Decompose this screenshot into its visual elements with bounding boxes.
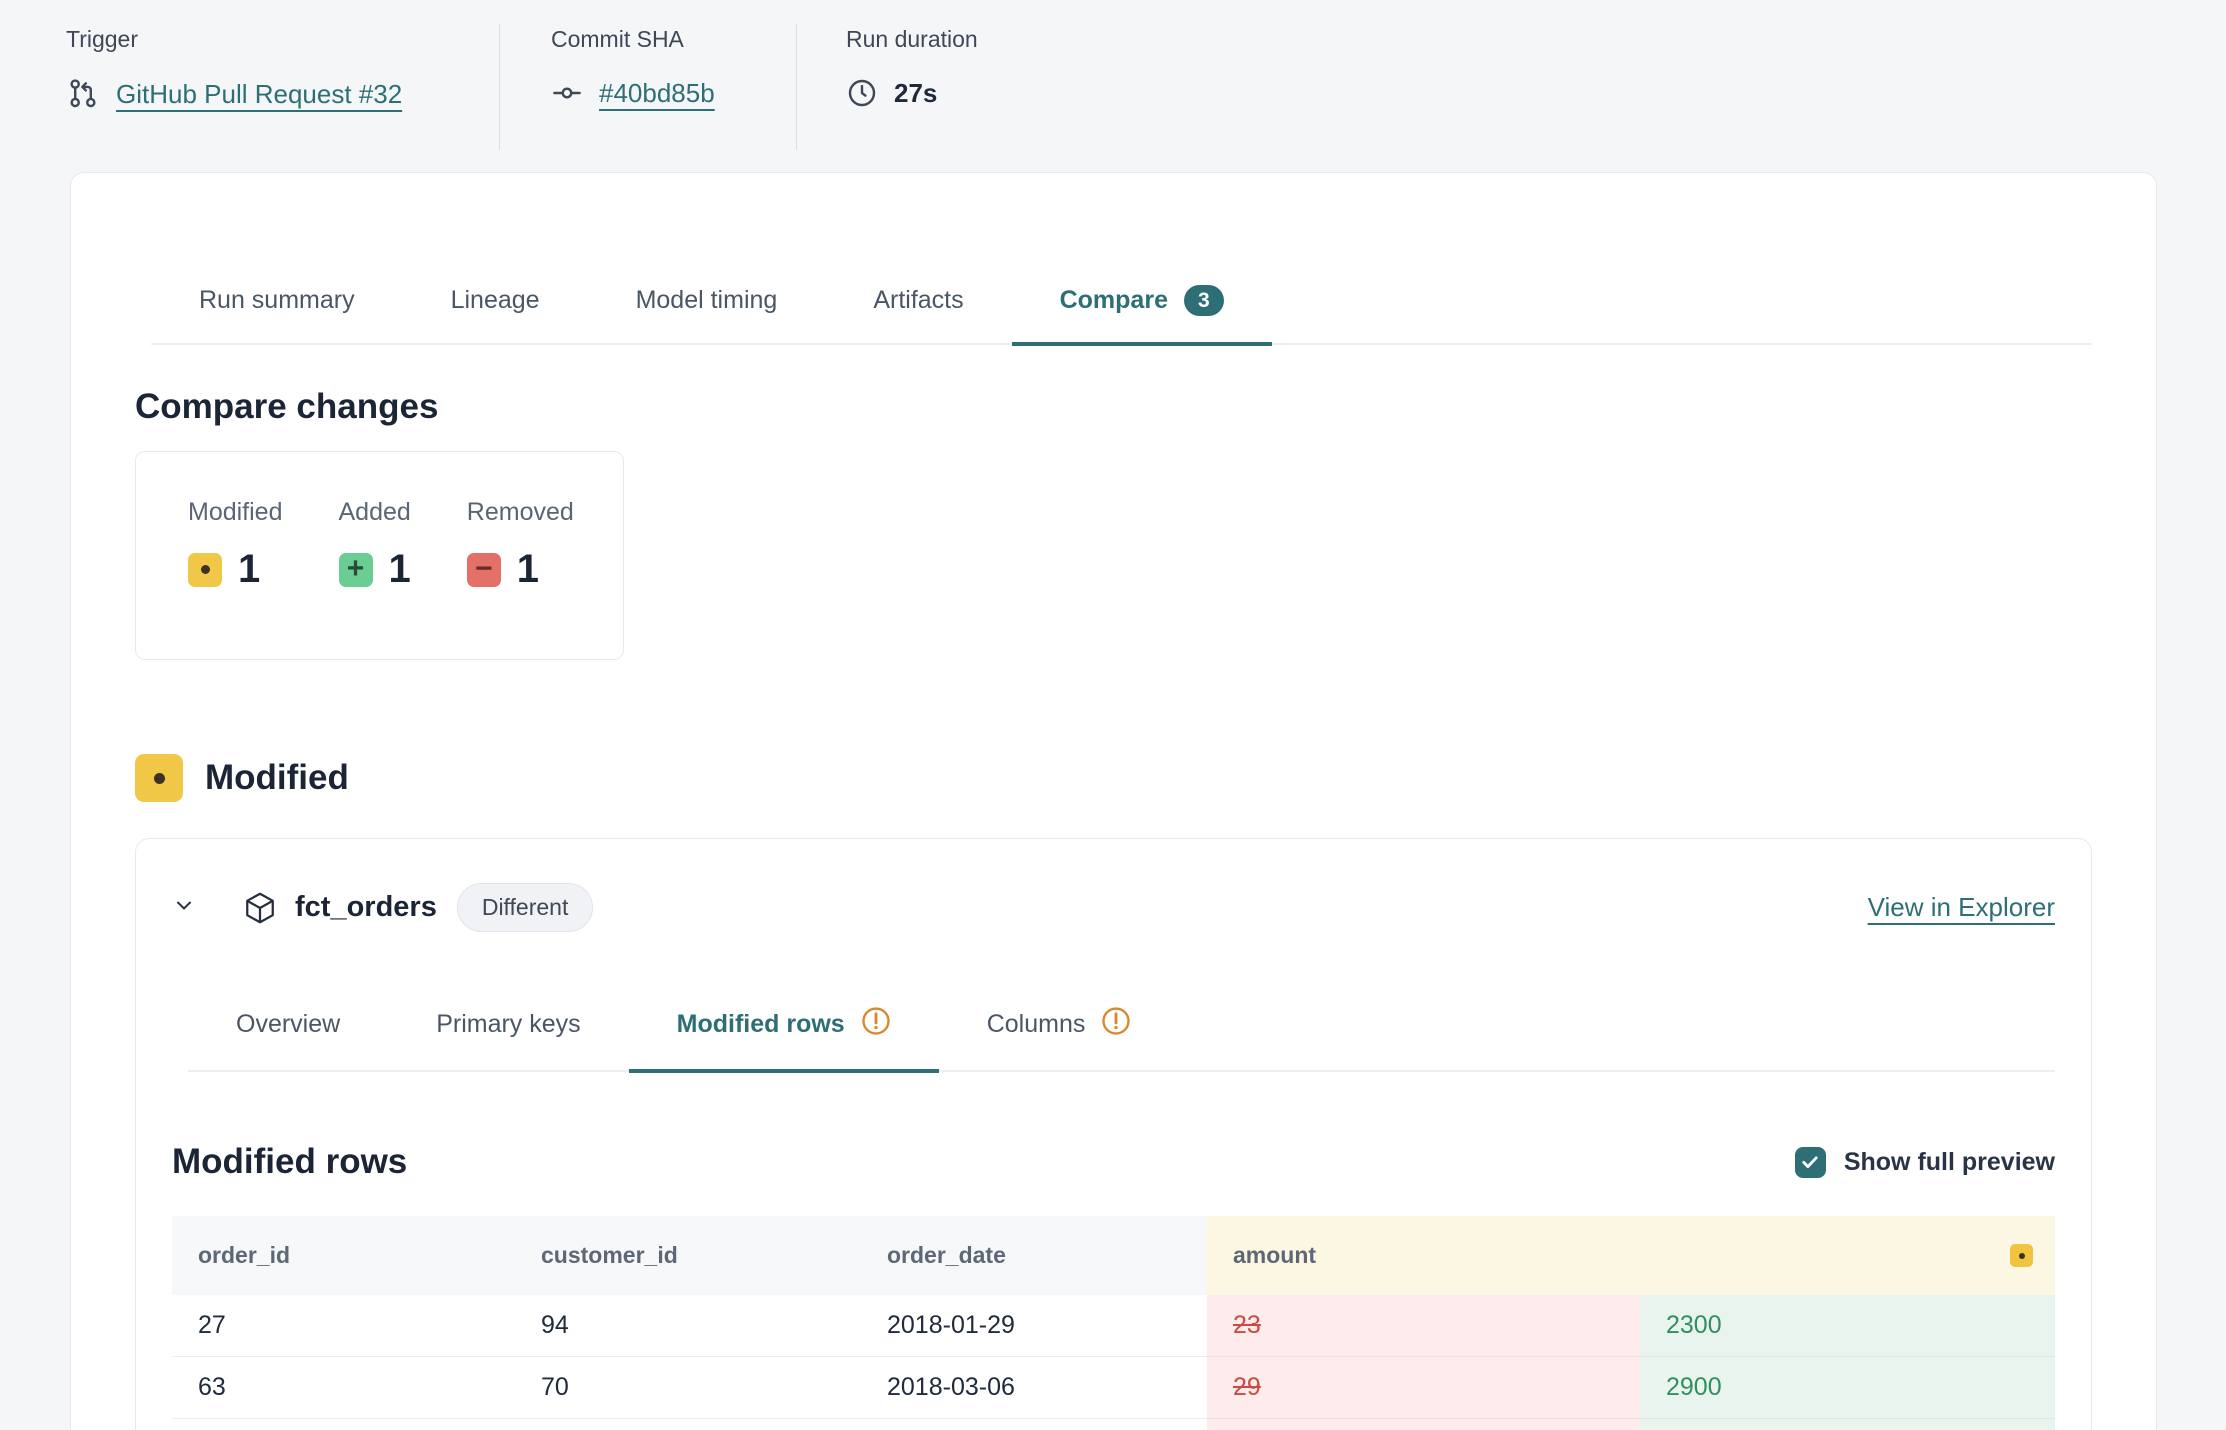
run-tabs: Run summary Lineage Model timing Artifac… [151, 285, 2092, 345]
modified-column-badge-icon [2010, 1244, 2033, 1267]
show-full-preview-toggle[interactable]: Show full preview [1795, 1147, 2055, 1178]
modified-rows-table: order_id customer_id order_date amount 2… [172, 1216, 2055, 1430]
model-name: fct_orders [295, 891, 437, 924]
modified-count: 1 [238, 547, 260, 592]
compare-summary-card: Modified 1 Added + 1 Removed − 1 [135, 451, 624, 660]
table-cell-order-id: 27 [172, 1295, 515, 1357]
table-cell-amount-new: 2300 [1640, 1295, 2055, 1357]
run-meta-header: Trigger GitHub Pull Request #32 Commit S… [0, 0, 2226, 150]
run-detail-card: Run summary Lineage Model timing Artifac… [70, 172, 2157, 1430]
warning-circle-icon [1101, 1006, 1131, 1043]
chevron-down-icon [172, 893, 196, 922]
duration-value: 27s [894, 78, 937, 109]
compare-count-badge: 3 [1184, 285, 1224, 316]
table-cell-order-id: 63 [172, 1357, 515, 1419]
duration-meta: Run duration 27s [797, 24, 978, 150]
show-full-preview-label: Show full preview [1844, 1148, 2055, 1177]
stat-added: Added + 1 [339, 498, 411, 659]
table-cell-partial [515, 1419, 861, 1430]
table-cell-amount-old: 23 [1207, 1295, 1640, 1357]
stat-removed: Removed − 1 [467, 498, 574, 659]
model-card-header: fct_orders Different View in Explorer [172, 839, 2055, 932]
commit-label: Commit SHA [551, 26, 796, 53]
run-page: { "meta": { "trigger_label": "Trigger", … [0, 0, 2226, 1430]
modified-rows-title: Modified rows [172, 1142, 407, 1182]
model-tabs: Overview Primary keys Modified rows Colu… [188, 1006, 2055, 1072]
pull-request-icon [66, 77, 100, 111]
removed-icon: − [467, 553, 501, 587]
checkbox-checked-icon[interactable] [1795, 1147, 1826, 1178]
tab-artifacts[interactable]: Artifacts [825, 285, 1011, 346]
removed-count: 1 [517, 547, 539, 592]
package-cube-icon [242, 890, 278, 926]
model-diff-card: fct_orders Different View in Explorer Ov… [135, 838, 2092, 1430]
view-in-explorer-link[interactable]: View in Explorer [1868, 892, 2055, 923]
table-cell-order-date: 2018-01-29 [861, 1295, 1207, 1357]
tab-modified-rows[interactable]: Modified rows [629, 1006, 939, 1073]
modified-rows-header: Modified rows Show full preview [172, 1142, 2055, 1182]
duration-label: Run duration [846, 26, 978, 53]
stat-modified: Modified 1 [188, 498, 283, 659]
table-cell-partial [1207, 1419, 1640, 1430]
modified-section-title: Modified [205, 758, 349, 798]
table-cell-amount-new: 2900 [1640, 1357, 2055, 1419]
table-cell-partial [172, 1419, 515, 1430]
modified-icon [188, 553, 222, 587]
table-cell-amount-old: 29 [1207, 1357, 1640, 1419]
clock-icon [846, 77, 878, 109]
tab-overview[interactable]: Overview [188, 1006, 388, 1073]
commit-icon [551, 77, 583, 109]
status-badge: Different [457, 883, 594, 932]
tab-lineage[interactable]: Lineage [403, 285, 588, 346]
added-icon: + [339, 553, 373, 587]
table-cell-order-date: 2018-03-06 [861, 1357, 1207, 1419]
column-header-order-date: order_date [861, 1216, 1207, 1295]
table-cell-partial [861, 1419, 1207, 1430]
table-cell-customer-id: 94 [515, 1295, 861, 1357]
trigger-link[interactable]: GitHub Pull Request #32 [116, 79, 402, 110]
table-cell-partial [1640, 1419, 2055, 1430]
tab-primary-keys[interactable]: Primary keys [388, 1006, 628, 1073]
modified-section-icon [135, 754, 183, 802]
column-header-amount: amount [1207, 1216, 2055, 1295]
modified-section-header: Modified [135, 754, 2092, 802]
trigger-meta: Trigger GitHub Pull Request #32 [0, 24, 500, 150]
commit-meta: Commit SHA #40bd85b [500, 24, 797, 150]
tab-run-summary[interactable]: Run summary [151, 285, 403, 346]
column-header-order-id: order_id [172, 1216, 515, 1295]
tab-model-timing[interactable]: Model timing [588, 285, 826, 346]
collapse-toggle[interactable] [172, 893, 196, 922]
commit-sha-link[interactable]: #40bd85b [599, 78, 715, 109]
trigger-label: Trigger [66, 26, 499, 53]
added-count: 1 [389, 547, 411, 592]
tab-columns[interactable]: Columns [939, 1006, 1180, 1073]
page-title: Compare changes [135, 387, 2092, 427]
column-header-customer-id: customer_id [515, 1216, 861, 1295]
tab-compare[interactable]: Compare 3 [1012, 285, 1272, 346]
table-cell-customer-id: 70 [515, 1357, 861, 1419]
warning-circle-icon [861, 1006, 891, 1043]
